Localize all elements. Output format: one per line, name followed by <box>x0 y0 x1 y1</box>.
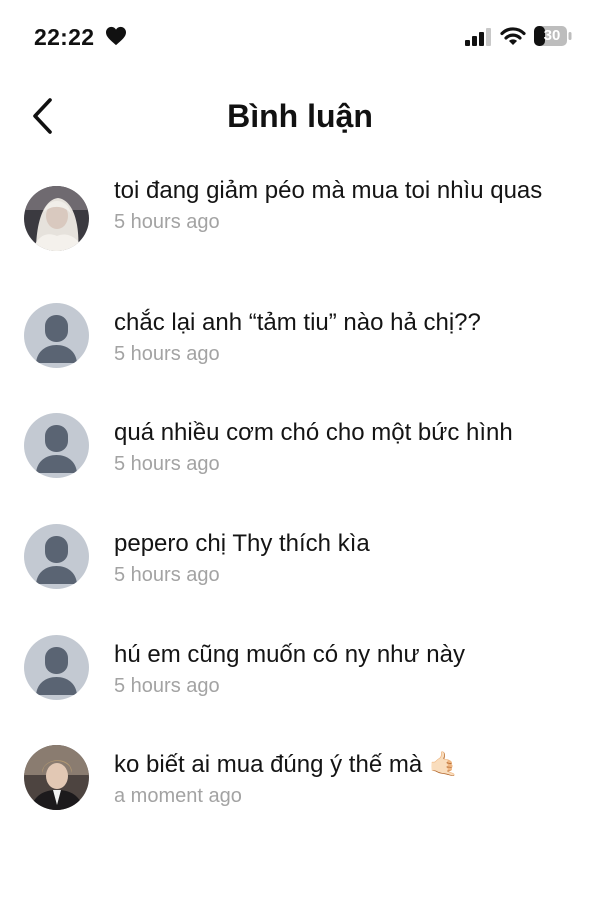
comment-text: quá nhiều cơm chó cho một bức hình <box>114 419 513 446</box>
comment-content: toi đang giảm péo mà mua toi nhìu quas 5… <box>114 174 574 236</box>
comment-content: ko biết ai mua đúng ý thế mà 🤙🏻 a moment… <box>114 748 574 810</box>
comment-text: pepero chị Thy thích kìa <box>114 530 370 557</box>
battery-level: 30 <box>543 27 561 44</box>
comment-content: quá nhiều cơm chó cho một bức hình 5 hou… <box>114 416 574 478</box>
avatar[interactable] <box>24 635 89 700</box>
comment-time: 5 hours ago <box>114 343 220 365</box>
avatar[interactable] <box>24 745 89 810</box>
user-photo-icon <box>24 745 89 810</box>
avatar[interactable] <box>24 524 89 589</box>
heart-icon <box>106 26 126 46</box>
default-avatar-icon <box>36 536 77 584</box>
default-avatar-icon <box>36 647 77 695</box>
avatar[interactable] <box>24 303 89 368</box>
comment-time: 5 hours ago <box>114 675 220 697</box>
comment-text: chắc lại anh “tảm tiu” nào hả chị?? <box>114 309 481 336</box>
user-photo-icon <box>24 186 89 251</box>
default-avatar-icon <box>36 315 77 363</box>
avatar[interactable] <box>24 186 89 251</box>
status-time: 22:22 <box>34 24 95 50</box>
page-title: Bình luận <box>227 98 373 134</box>
comment-text: hú em cũng muốn có ny như này <box>114 641 465 668</box>
comment-time: 5 hours ago <box>114 453 220 475</box>
comment-content: pepero chị Thy thích kìa 5 hours ago <box>114 527 574 589</box>
default-avatar-icon <box>36 425 77 473</box>
comment-time: a moment ago <box>114 785 242 807</box>
header: Bình luận <box>0 80 600 150</box>
wifi-icon <box>500 27 526 45</box>
comment-time: 5 hours ago <box>114 564 220 586</box>
comment-text: ko biết ai mua đúng ý thế mà 🤙🏻 <box>114 751 459 778</box>
cellular-signal-icon <box>465 28 491 46</box>
status-bar: 22:22 30 <box>0 0 600 78</box>
comment-content: chắc lại anh “tảm tiu” nào hả chị?? 5 ho… <box>114 306 574 368</box>
comment-time: 5 hours ago <box>114 211 220 233</box>
comment-content: hú em cũng muốn có ny như này 5 hours ag… <box>114 638 574 700</box>
avatar[interactable] <box>24 413 89 478</box>
comment-text: toi đang giảm péo mà mua toi nhìu quas <box>114 177 543 204</box>
